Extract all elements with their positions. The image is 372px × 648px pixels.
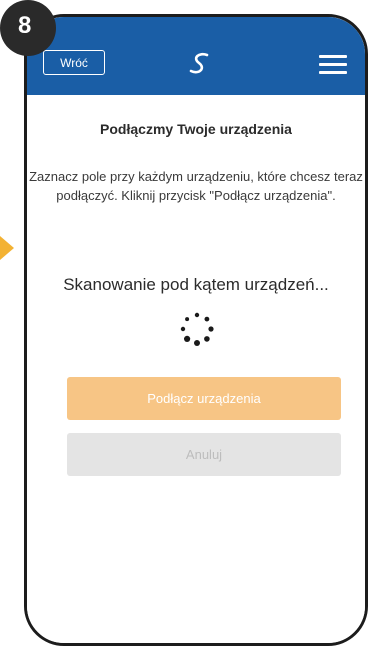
app-header: Wróć	[27, 17, 365, 95]
connect-devices-button[interactable]: Podłącz urządzenia	[67, 377, 341, 420]
swirl-logo-icon	[189, 52, 209, 74]
step-number-badge: 8	[0, 0, 56, 56]
instructions-text: Zaznacz pole przy każdym urządzeniu, któ…	[29, 169, 363, 203]
loading-spinner-icon	[180, 312, 214, 346]
back-button[interactable]: Wróć	[43, 50, 105, 75]
phone-frame: Wróć Podłączmy Twoje urządzenia Zaznacz …	[24, 14, 368, 646]
hamburger-menu-icon[interactable]	[319, 55, 347, 75]
step-number: 8	[18, 12, 32, 39]
cancel-button[interactable]: Anuluj	[67, 433, 341, 476]
yellow-arrow-icon	[0, 236, 14, 260]
scanning-status: Skanowanie pod kątem urządzeń...	[63, 275, 329, 294]
page-title: Podłączmy Twoje urządzenia	[100, 121, 292, 137]
main-content: Podłączmy Twoje urządzenia Zaznacz pole …	[27, 95, 365, 643]
